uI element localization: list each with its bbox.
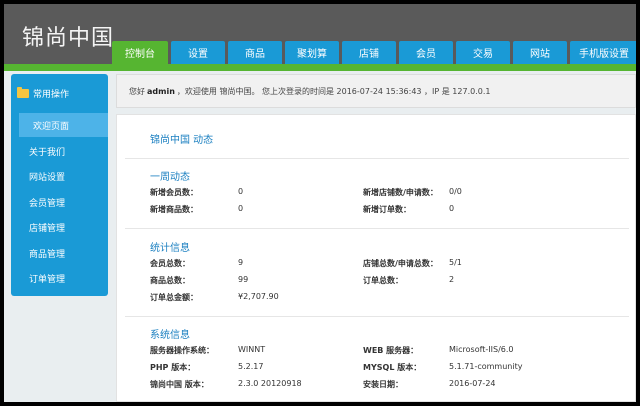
stat-value: 0/0 xyxy=(449,187,462,196)
stat-value: 2 xyxy=(449,275,455,284)
welcome-text: ，欢迎使用 锦尚中国。 您上次登录的时间是 2016-07-24 15:36:4… xyxy=(176,86,491,96)
stat-label: PHP 版本： xyxy=(150,363,196,372)
tab-trade[interactable]: 交易 xyxy=(456,41,510,64)
stat-label: 服务器操作系统： xyxy=(150,346,214,355)
stat-value: Microsoft-IIS/6.0 xyxy=(449,345,514,354)
divider xyxy=(125,228,629,229)
stat-label: 新增商品数： xyxy=(150,205,198,214)
tab-website[interactable]: 网站 xyxy=(513,41,567,64)
main-nav: 控制台 设置 商品 聚划算 店铺 会员 交易 网站 手机版设置 xyxy=(112,41,636,64)
welcome-message: 您好 admin ，欢迎使用 锦尚中国。 您上次登录的时间是 2016-07-24 … xyxy=(116,74,636,108)
tab-stores[interactable]: 店铺 xyxy=(342,41,396,64)
stat-label: 会员总数： xyxy=(150,259,190,268)
stat-label: 新增店铺数/申请数： xyxy=(363,188,438,197)
stat-label: 商品总数： xyxy=(150,276,190,285)
stat-label: 新增会员数： xyxy=(150,188,198,197)
stat-value: 0 xyxy=(238,187,244,196)
folder-icon xyxy=(17,87,29,98)
sidebar-item-about[interactable]: 关于我们 xyxy=(11,139,108,163)
stat-label: 安装日期： xyxy=(363,380,403,389)
sidebar-heading-label: 常用操作 xyxy=(33,90,70,100)
tab-members[interactable]: 会员 xyxy=(399,41,453,64)
sidebar: 常用操作 欢迎页面 关于我们 网站设置 会员管理 店铺管理 商品管理 订单管理 xyxy=(11,74,108,296)
section-title-stats: 统计信息 xyxy=(150,243,190,254)
welcome-username: admin xyxy=(147,86,175,96)
stat-label: WEB 服务器： xyxy=(363,346,419,355)
stat-value: 2.3.0 20120918 xyxy=(238,379,302,388)
sidebar-item-goods[interactable]: 商品管理 xyxy=(11,241,108,265)
stat-value: ¥2,707.90 xyxy=(238,292,279,301)
stat-value: 99 xyxy=(238,275,249,284)
stat-label: 店铺总数/申请总数： xyxy=(363,259,438,268)
sidebar-item-site-settings[interactable]: 网站设置 xyxy=(11,164,108,188)
stat-value: WINNT xyxy=(238,345,266,354)
tab-console[interactable]: 控制台 xyxy=(112,41,168,64)
nav-underline-bar xyxy=(4,64,636,71)
stat-label: 订单总金额： xyxy=(150,293,198,302)
tab-settings[interactable]: 设置 xyxy=(171,41,225,64)
tab-goods[interactable]: 商品 xyxy=(228,41,282,64)
stat-value: 5.2.17 xyxy=(238,362,264,371)
stat-label: 订单总数： xyxy=(363,276,403,285)
dashboard-title: 锦尚中国 动态 xyxy=(150,135,214,146)
stat-label: MYSQL 版本： xyxy=(363,363,422,372)
stat-value: 5/1 xyxy=(449,258,462,267)
app-frame: 锦尚中国 控制台 设置 商品 聚划算 店铺 会员 交易 网站 手机版设置 常用操… xyxy=(4,4,636,402)
section-title-week: 一周动态 xyxy=(150,172,190,183)
brand-logo[interactable]: 锦尚中国 xyxy=(22,20,114,52)
stat-value: 2016-07-24 xyxy=(449,379,496,388)
sidebar-item-members[interactable]: 会员管理 xyxy=(11,190,108,214)
stat-value: 9 xyxy=(238,258,244,267)
stat-value: 0 xyxy=(238,204,244,213)
welcome-prefix: 您好 xyxy=(129,86,145,96)
stat-value: 5.1.71-community xyxy=(449,362,523,371)
tab-group-buy[interactable]: 聚划算 xyxy=(285,41,339,64)
divider xyxy=(125,316,629,317)
divider xyxy=(125,158,629,159)
stat-label: 新增订单数： xyxy=(363,205,411,214)
sidebar-item-welcome[interactable]: 欢迎页面 xyxy=(19,113,108,137)
stat-value: 0 xyxy=(449,204,455,213)
section-title-system: 系统信息 xyxy=(150,330,190,341)
tab-mobile-settings[interactable]: 手机版设置 xyxy=(570,41,636,64)
sidebar-item-orders[interactable]: 订单管理 xyxy=(11,266,108,290)
stat-label: 锦尚中国 版本： xyxy=(150,380,209,389)
sidebar-item-stores[interactable]: 店铺管理 xyxy=(11,215,108,239)
top-header: 锦尚中国 控制台 设置 商品 聚划算 店铺 会员 交易 网站 手机版设置 xyxy=(4,4,636,64)
sidebar-heading: 常用操作 xyxy=(17,87,69,100)
dashboard-panel: 锦尚中国 动态 一周动态 新增会员数： 0 新增店铺数/申请数： 0/0 新增商… xyxy=(116,114,636,402)
